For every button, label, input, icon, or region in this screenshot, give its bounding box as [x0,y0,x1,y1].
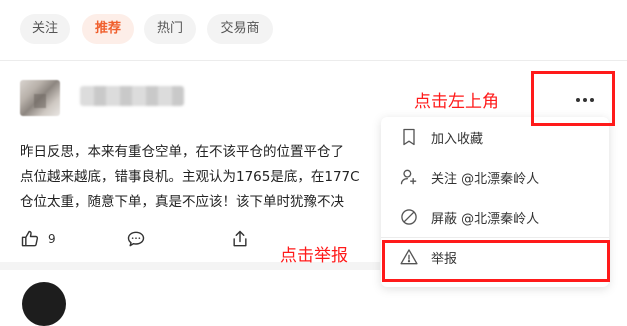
highlight-report-item [382,240,610,282]
annotation-click-top-right: 点击左上角 [414,92,499,112]
next-post-avatar[interactable] [22,282,66,326]
tab-following[interactable]: 关注 [20,14,70,44]
share-button[interactable] [230,226,250,252]
tab-recommended[interactable]: 推荐 [82,14,134,44]
post-line: 点位越来越底，错事良机。主观认为1765是底，在177C [20,169,360,185]
bookmark-icon [403,128,415,146]
post-line: 昨日反思，本来有重仓空单，在不该平仓的位置平仓了 [20,144,344,160]
avatar[interactable] [20,80,60,116]
user-plus-icon [400,169,417,185]
tabs-divider [0,60,627,61]
tab-hot[interactable]: 热门 [144,14,196,44]
highlight-more-button [531,71,615,126]
annotation-click-report: 点击举报 [280,246,348,266]
block-icon [401,209,417,225]
comment-icon [127,231,145,247]
menu-item-label: 关注 @北漂秦岭人 [431,172,540,187]
like-button[interactable]: 9 [20,226,56,252]
share-icon [233,230,247,247]
menu-item-label: 屏蔽 @北漂秦岭人 [431,212,540,227]
menu-item-follow[interactable]: 关注 @北漂秦岭人 [381,157,609,197]
menu-item-block[interactable]: 屏蔽 @北漂秦岭人 [381,197,609,237]
username-blurred[interactable] [80,86,184,106]
tab-traders[interactable]: 交易商 [207,14,273,44]
thumbs-up-icon [21,230,39,247]
comment-button[interactable] [126,226,146,252]
post-line: 仓位太重，随意下单，真是不应该！该下单时犹豫不决 [20,194,344,210]
post-content[interactable]: 昨日反思，本来有重仓空单，在不该平仓的位置平仓了 点位越来越底，错事良机。主观认… [20,140,380,215]
menu-item-label: 加入收藏 [431,132,484,147]
feed-tabs: 关注 推荐 热门 交易商 [0,0,627,60]
like-count: 9 [48,232,56,246]
